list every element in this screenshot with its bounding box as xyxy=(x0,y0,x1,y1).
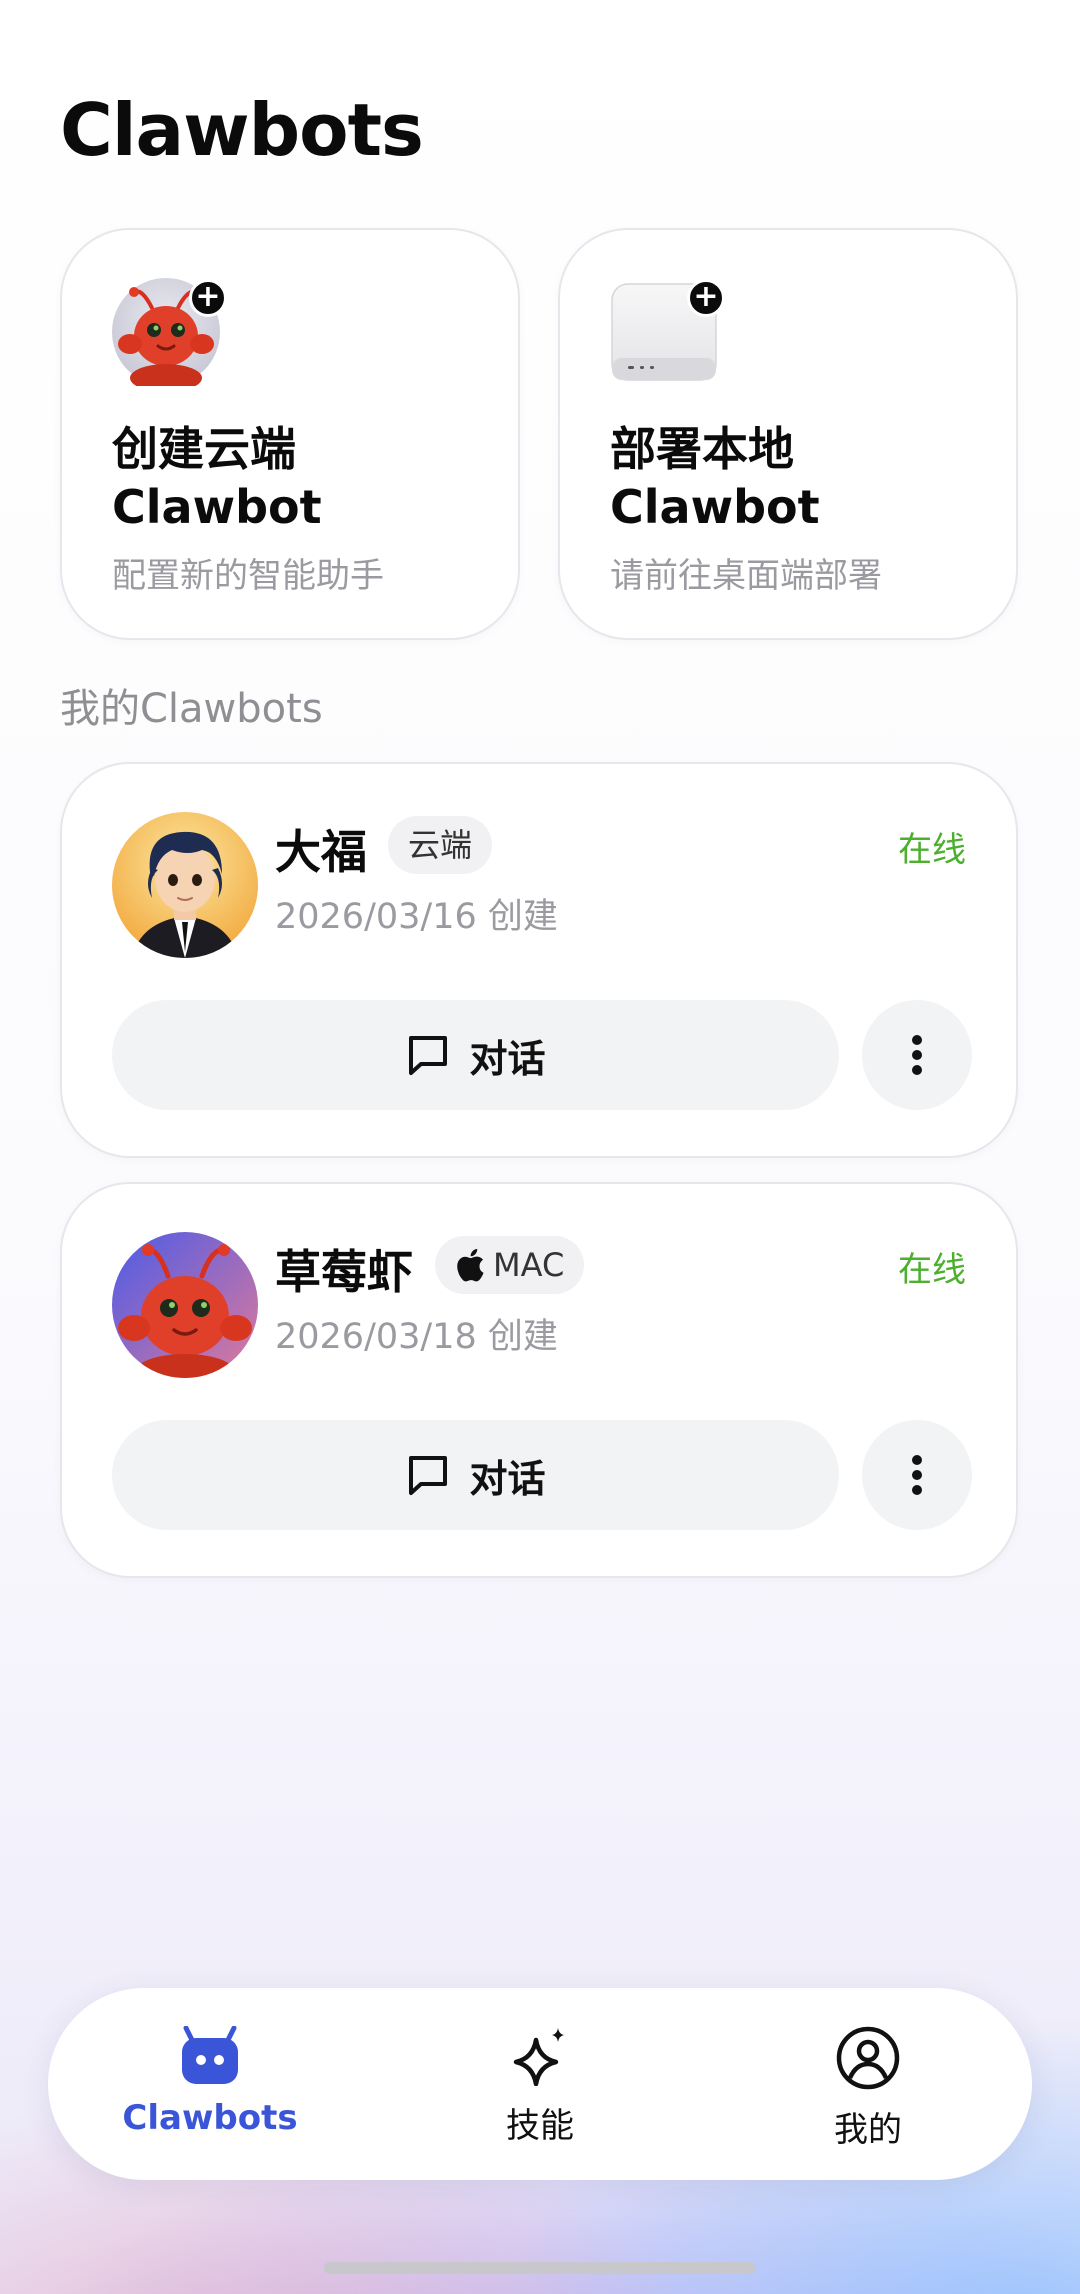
create-cloud-clawbot-card[interactable]: + 创建云端 Clawbot 配置新的智能助手 xyxy=(60,228,520,640)
created-date: 2026/03/18 创建 xyxy=(275,1317,558,1357)
tag-label: MAC xyxy=(493,1246,565,1284)
chat-bubble-icon xyxy=(409,1036,448,1075)
create-card-subtitle: 请前往桌面端部署 xyxy=(610,556,882,596)
bot-card: 大福 云端 2026/03/16 创建 在线 对话 xyxy=(60,762,1018,1158)
plus-icon: + xyxy=(687,279,725,317)
tab-clawbots[interactable]: Clawbots xyxy=(90,2025,330,2138)
bot-name: 草莓虾 xyxy=(275,1245,413,1299)
chat-bubble-icon xyxy=(409,1456,448,1495)
chat-button-label: 对话 xyxy=(469,1456,546,1501)
tab-me[interactable]: 我的 xyxy=(748,2026,988,2151)
tab-label: Clawbots xyxy=(122,2098,298,2138)
home-indicator[interactable] xyxy=(324,2262,756,2274)
avatar xyxy=(112,1232,258,1378)
status-badge: 在线 xyxy=(898,1250,966,1290)
deploy-local-clawbot-card[interactable]: + 部署本地 Clawbot 请前往桌面端部署 xyxy=(558,228,1018,640)
bot-card: 草莓虾 MAC 2026/03/18 创建 在线 对话 xyxy=(60,1182,1018,1578)
more-vertical-icon xyxy=(912,1035,922,1075)
mac-tag: MAC xyxy=(435,1236,585,1294)
create-card-title: 部署本地 Clawbot xyxy=(610,422,820,534)
avatar xyxy=(112,812,258,958)
more-options-button[interactable] xyxy=(862,1000,972,1110)
chat-button-label: 对话 xyxy=(469,1036,546,1081)
create-card-subtitle: 配置新的智能助手 xyxy=(112,556,384,596)
tab-label: 技能 xyxy=(506,2106,574,2146)
section-label: 我的Clawbots xyxy=(60,686,323,732)
more-options-button[interactable] xyxy=(862,1420,972,1530)
tab-label: 我的 xyxy=(834,2110,902,2150)
user-circle-icon xyxy=(836,2026,900,2090)
tag-label: 云端 xyxy=(408,826,473,864)
robot-icon xyxy=(182,2025,238,2084)
bot-name: 大福 xyxy=(275,825,367,879)
apple-icon xyxy=(457,1248,484,1282)
cloud-tag: 云端 xyxy=(388,816,493,874)
created-date: 2026/03/16 创建 xyxy=(275,897,558,937)
sparkle-icon xyxy=(513,2028,564,2087)
chat-button[interactable]: 对话 xyxy=(112,1000,839,1110)
tab-skills[interactable]: 技能 xyxy=(420,2026,660,2147)
chat-button[interactable]: 对话 xyxy=(112,1420,839,1530)
create-card-title: 创建云端 Clawbot xyxy=(112,422,322,534)
status-badge: 在线 xyxy=(898,830,966,870)
plus-icon: + xyxy=(189,279,227,317)
more-vertical-icon xyxy=(912,1455,922,1495)
bottom-tab-bar: Clawbots 技能 我的 xyxy=(48,1988,1032,2180)
page-title: Clawbots xyxy=(60,88,424,172)
